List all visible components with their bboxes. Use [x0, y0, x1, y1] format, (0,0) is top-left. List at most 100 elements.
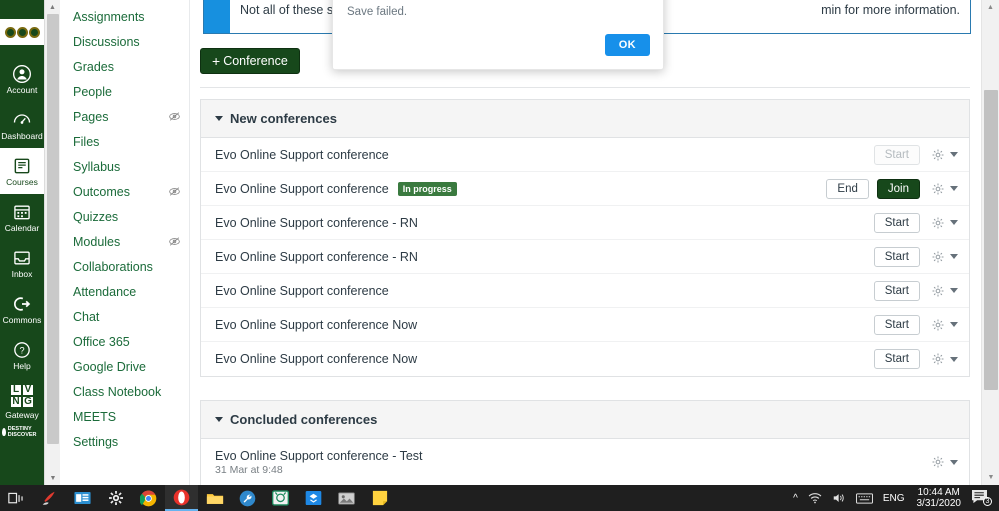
concluded-conferences-header[interactable]: Concluded conferences — [201, 401, 969, 439]
chevron-down-icon[interactable] — [950, 152, 958, 157]
course-nav-label: Chat — [73, 309, 100, 324]
clock[interactable]: 10:44 AM 3/31/2020 — [910, 487, 969, 509]
join-button[interactable]: Join — [876, 178, 920, 199]
chevron-down-icon[interactable] — [950, 254, 958, 259]
start-button[interactable]: Start — [873, 144, 920, 165]
scrollbar-thumb[interactable] — [47, 14, 59, 444]
conference-name[interactable]: Evo Online Support conference - RN — [215, 216, 418, 230]
keyboard-layout-icon[interactable] — [851, 492, 878, 504]
course-nav-item-files[interactable]: Files — [60, 129, 189, 154]
logo-ring-1 — [4, 26, 16, 38]
photo-app-icon[interactable] — [330, 485, 363, 511]
course-nav-item-assignments[interactable]: Assignments — [60, 4, 189, 29]
start-button[interactable]: Start — [873, 314, 920, 335]
gear-icon[interactable] — [931, 284, 945, 298]
global-nav-account[interactable]: Account — [0, 56, 44, 102]
task-view-icon[interactable] — [0, 485, 33, 511]
global-nav-gateway[interactable]: L V N G Gateway — [0, 378, 44, 424]
notifications-icon[interactable]: 3 — [968, 489, 995, 507]
tools-icon[interactable] — [231, 485, 264, 511]
media-app-icon[interactable] — [66, 485, 99, 511]
global-nav-inbox[interactable]: Inbox — [0, 240, 44, 286]
course-nav-item-grades[interactable]: Grades — [60, 54, 189, 79]
ccleaner-icon[interactable] — [33, 485, 66, 511]
global-nav-help[interactable]: ? Help — [0, 332, 44, 378]
course-nav-item-discussions[interactable]: Discussions — [60, 29, 189, 54]
gear-icon[interactable] — [931, 148, 945, 162]
gear-icon[interactable] — [931, 455, 945, 469]
conference-name[interactable]: Evo Online Support conference Now — [215, 352, 417, 366]
language-indicator[interactable]: ENG — [878, 493, 910, 504]
volume-icon[interactable] — [827, 492, 851, 504]
scrollbar-thumb[interactable] — [984, 90, 998, 390]
conference-name[interactable]: Evo Online Support conference - Test — [215, 449, 423, 463]
conference-name[interactable]: Evo Online Support conference - RN — [215, 250, 418, 264]
course-nav-item-people[interactable]: People — [60, 79, 189, 104]
course-nav-item-quizzes[interactable]: Quizzes — [60, 204, 189, 229]
dialog-title — [347, 0, 649, 1]
course-nav-item-meets[interactable]: MEETS — [60, 404, 189, 429]
gateway-letter-g: G — [22, 395, 34, 408]
global-nav-dashboard[interactable]: Dashboard — [0, 102, 44, 148]
dropbox-icon[interactable] — [297, 485, 330, 511]
scroll-up-arrow-icon[interactable]: ▲ — [45, 0, 60, 14]
start-button[interactable]: Start — [873, 349, 920, 369]
new-conferences-header[interactable]: New conferences — [201, 100, 969, 138]
course-nav-item-class-notebook[interactable]: Class Notebook — [60, 379, 189, 404]
conference-name[interactable]: Evo Online Support conference — [215, 182, 389, 196]
start-button[interactable]: Start — [873, 212, 920, 233]
course-nav-item-attendance[interactable]: Attendance — [60, 279, 189, 304]
conference-name[interactable]: Evo Online Support conference Now — [215, 318, 417, 332]
course-nav-item-collaborations[interactable]: Collaborations — [60, 254, 189, 279]
file-explorer-icon[interactable] — [198, 485, 231, 511]
ok-button[interactable]: OK — [604, 34, 650, 56]
start-button[interactable]: Start — [873, 280, 920, 301]
global-nav-commons[interactable]: Commons — [0, 286, 44, 332]
chevron-down-icon[interactable] — [950, 356, 958, 362]
course-nav-item-office-365[interactable]: Office 365 — [60, 329, 189, 354]
chevron-down-icon[interactable] — [950, 220, 958, 225]
end-button[interactable]: End — [826, 178, 869, 199]
chevron-down-icon[interactable] — [950, 322, 958, 327]
svg-text:?: ? — [19, 345, 24, 355]
chrome-icon[interactable] — [132, 485, 165, 511]
scroll-up-arrow-icon[interactable]: ▲ — [982, 0, 999, 15]
course-nav-item-syllabus[interactable]: Syllabus — [60, 154, 189, 179]
dialog-message: Save failed. — [347, 6, 408, 18]
gear-icon[interactable] — [931, 216, 945, 230]
course-nav-item-modules[interactable]: Modules — [60, 229, 189, 254]
settings-gear-icon[interactable] — [99, 485, 132, 511]
global-nav-destiny-discover[interactable]: DESTINY DISCOVER — [0, 424, 44, 440]
scroll-down-arrow-icon[interactable]: ▼ — [982, 470, 999, 485]
school-logo[interactable] — [0, 0, 44, 56]
wifi-icon[interactable] — [803, 492, 827, 504]
gear-icon[interactable] — [931, 250, 945, 264]
course-nav-item-settings[interactable]: Settings — [60, 429, 189, 454]
course-nav-item-pages[interactable]: Pages — [60, 104, 189, 129]
global-nav-courses[interactable]: Courses — [0, 148, 44, 194]
chevron-down-icon[interactable] — [950, 288, 958, 293]
gear-icon[interactable] — [931, 318, 945, 332]
course-nav-item-chat[interactable]: Chat — [60, 304, 189, 329]
course-nav-label: MEETS — [73, 409, 117, 424]
chevron-down-icon[interactable] — [950, 186, 958, 191]
opera-icon[interactable] — [165, 485, 198, 511]
conference-name[interactable]: Evo Online Support conference — [215, 284, 389, 298]
course-nav-scrollbar[interactable]: ▲ ▼ — [44, 0, 61, 485]
course-nav-item-google-drive[interactable]: Google Drive — [60, 354, 189, 379]
sticky-notes-icon[interactable] — [363, 485, 396, 511]
tray-chevron-icon[interactable]: ^ — [788, 493, 803, 504]
chevron-down-icon[interactable] — [950, 459, 958, 465]
conference-name[interactable]: Evo Online Support conference — [215, 148, 389, 162]
gear-icon[interactable] — [931, 352, 945, 366]
course-nav-item-outcomes[interactable]: Outcomes — [60, 179, 189, 204]
start-button[interactable]: Start — [873, 246, 920, 267]
page-scrollbar[interactable]: ▲ ▼ — [981, 0, 999, 485]
gateway-letter-l: L — [10, 383, 22, 396]
gear-icon[interactable] — [931, 182, 945, 196]
course-nav-label: Grades — [73, 59, 114, 74]
green-app-icon[interactable] — [264, 485, 297, 511]
scroll-down-arrow-icon[interactable]: ▼ — [45, 471, 61, 485]
add-conference-button[interactable]: + Conference — [200, 48, 300, 74]
global-nav-calendar[interactable]: Calendar — [0, 194, 44, 240]
